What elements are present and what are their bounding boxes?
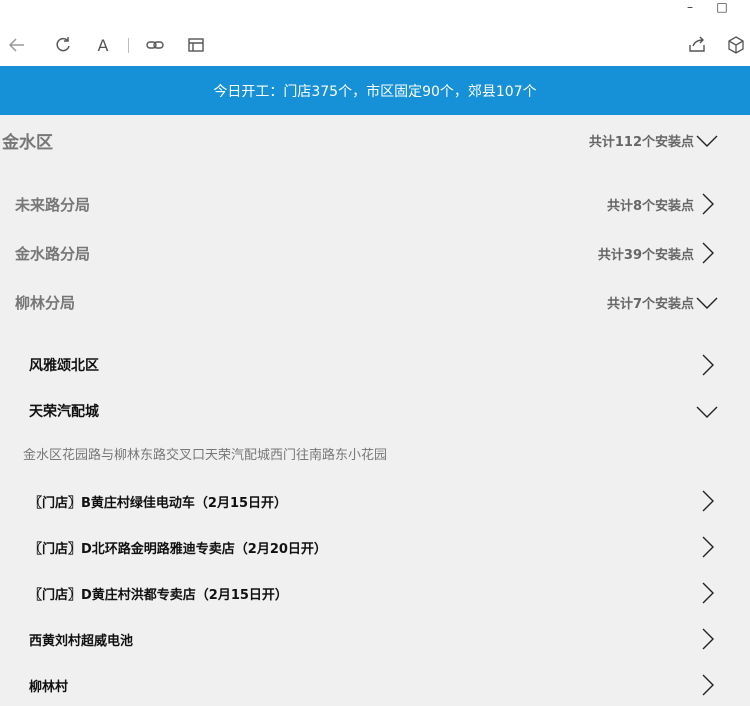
cube-icon[interactable]	[725, 34, 747, 56]
chevron-right-icon	[696, 490, 718, 512]
branch-name: 柳林分局	[15, 293, 76, 312]
banner-text: 今日开工：门店375个，市区固定90个，郊县107个	[213, 83, 537, 100]
shop-row[interactable]: 〖门店〗D北环路金明路雅迪专卖店（2月20日开）	[0, 527, 750, 567]
district-count: 共计112个安装点	[588, 134, 694, 150]
shop-name: 〖门店〗D黄庄村洪都专卖店（2月15日开）	[29, 587, 288, 603]
today-summary-banner: 今日开工：门店375个，市区固定90个，郊县107个	[0, 66, 750, 115]
link-icon[interactable]	[144, 34, 166, 56]
chevron-right-icon	[696, 628, 718, 650]
branch-row[interactable]: 未来路分局 共计8个安装点	[0, 184, 750, 224]
shop-name: 西黄刘村超威电池	[29, 633, 134, 649]
branch-count: 共计39个安装点	[597, 247, 694, 263]
chevron-right-icon	[696, 193, 718, 215]
browser-titlebar: – □ A	[0, 0, 750, 66]
share-icon[interactable]	[686, 34, 708, 56]
area-name: 风雅颂北区	[29, 358, 99, 374]
branch-count: 共计7个安装点	[606, 296, 694, 312]
chevron-down-icon	[696, 291, 718, 313]
area-row[interactable]: 天荣汽配城	[0, 391, 750, 431]
chevron-down-icon	[696, 400, 718, 422]
chevron-right-icon	[696, 242, 718, 264]
district-name: 金水区	[2, 132, 53, 153]
toolbar-divider	[128, 38, 129, 53]
branch-row[interactable]: 金水路分局 共计39个安装点	[0, 233, 750, 273]
area-row[interactable]: 风雅颂北区	[0, 345, 750, 385]
maximize-button[interactable]: □	[710, 0, 734, 16]
chevron-right-icon	[696, 536, 718, 558]
shop-row[interactable]: 柳林村	[0, 665, 750, 705]
refresh-icon[interactable]	[52, 34, 74, 56]
shop-row[interactable]: 西黄刘村超威电池	[0, 619, 750, 659]
font-icon[interactable]: A	[92, 34, 114, 56]
shop-name: 〖门店〗B黄庄村绿佳电动车（2月15日开）	[29, 495, 288, 511]
chevron-right-icon	[696, 354, 718, 376]
chevron-right-icon	[696, 674, 718, 696]
chevron-down-icon	[696, 129, 718, 151]
branch-name: 未来路分局	[15, 195, 91, 214]
shop-row[interactable]: 〖门店〗B黄庄村绿佳电动车（2月15日开）	[0, 481, 750, 521]
branch-count: 共计8个安装点	[606, 198, 694, 214]
branch-row[interactable]: 柳林分局 共计7个安装点	[0, 282, 750, 322]
back-icon[interactable]	[6, 34, 28, 56]
district-row[interactable]: 金水区 共计112个安装点	[0, 120, 750, 160]
minimize-button[interactable]: –	[678, 0, 702, 16]
shop-row[interactable]: 〖门店〗D黄庄村洪都专卖店（2月15日开）	[0, 573, 750, 613]
chevron-right-icon	[696, 582, 718, 604]
branch-name: 金水路分局	[15, 244, 91, 263]
area-address: 金水区花园路与柳林东路交叉口天荣汽配城西门往南路东小花园	[23, 448, 388, 463]
shop-name: 〖门店〗D北环路金明路雅迪专卖店（2月20日开）	[29, 541, 327, 557]
area-name: 天荣汽配城	[29, 404, 99, 420]
reader-icon[interactable]	[185, 34, 207, 56]
shop-name: 柳林村	[29, 679, 69, 695]
